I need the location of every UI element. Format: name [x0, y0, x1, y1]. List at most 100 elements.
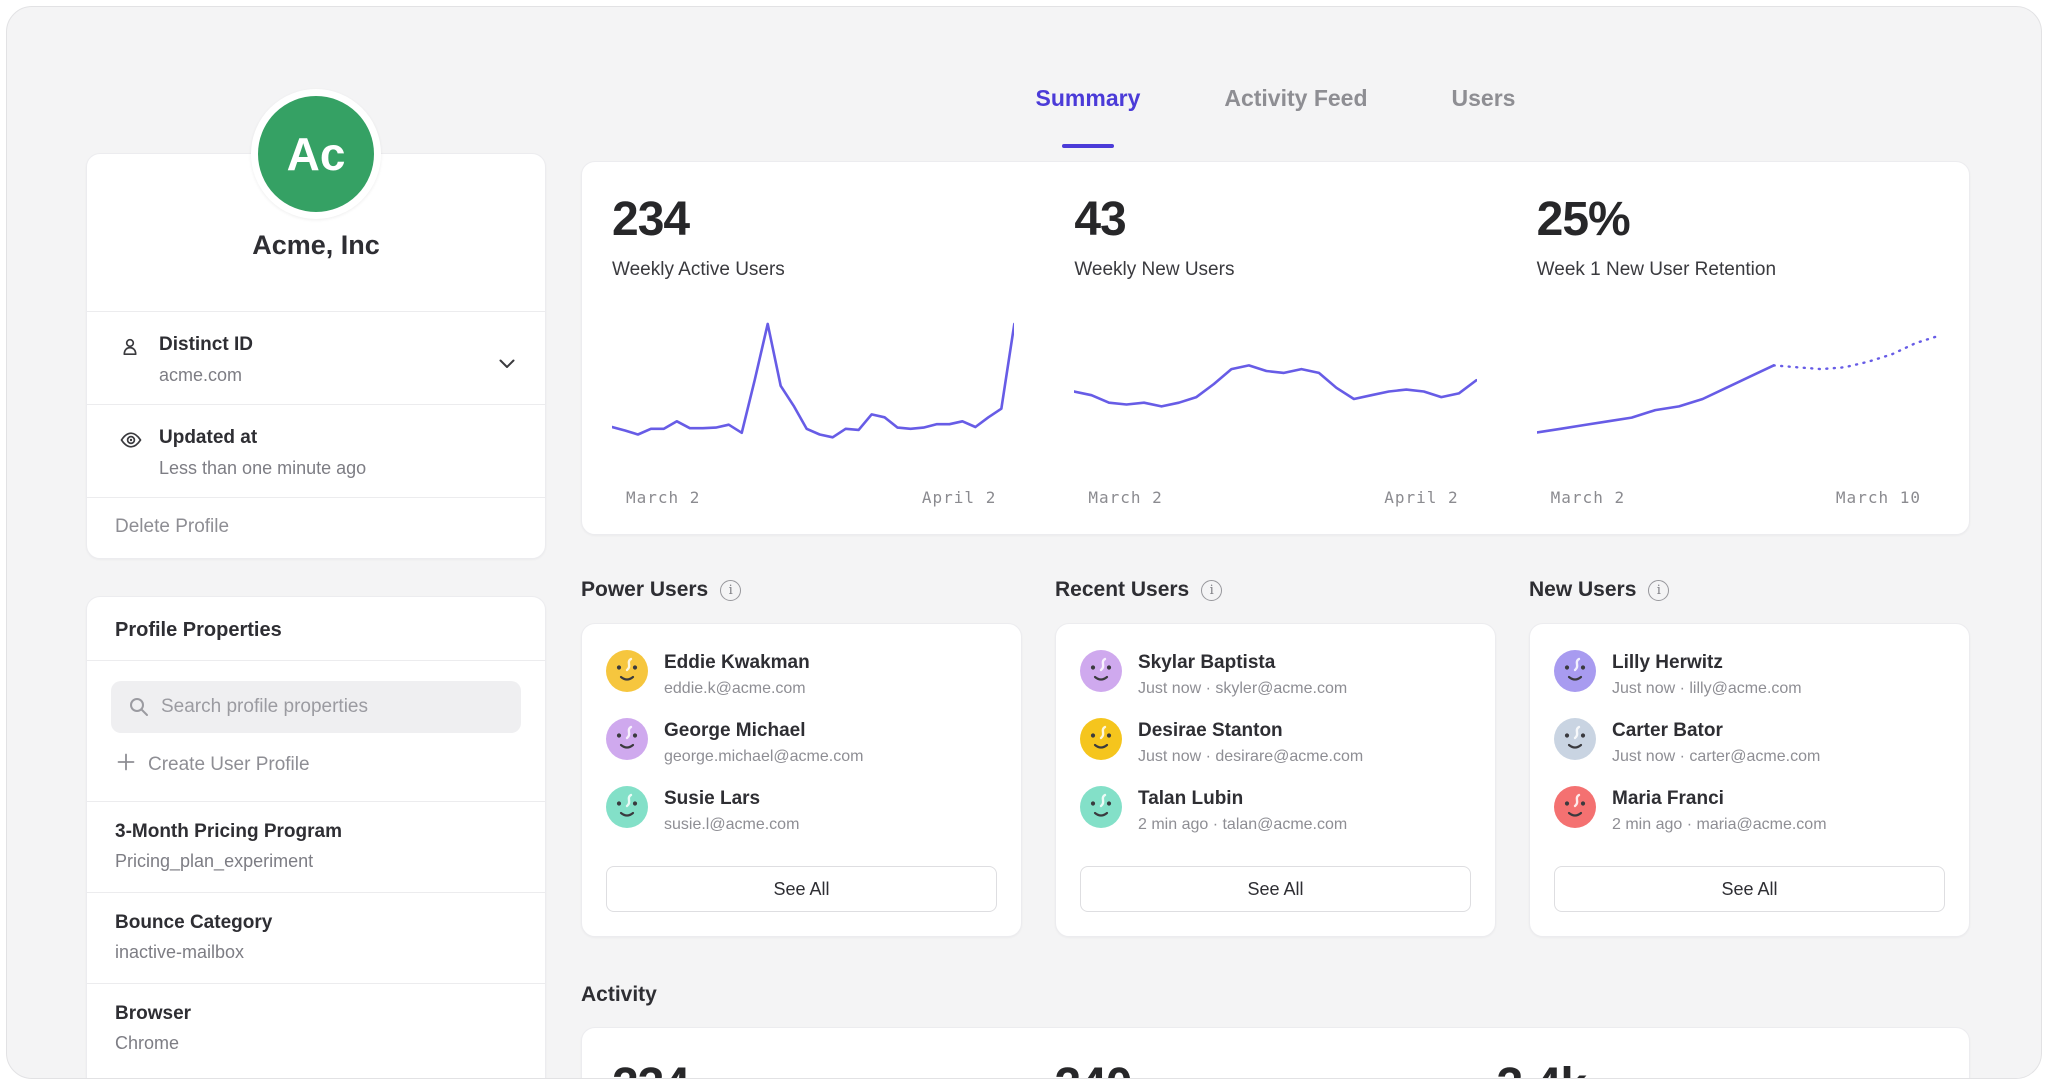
user-lists: Power Users Eddie Kwakman eddie.k [581, 575, 1970, 937]
user-row[interactable]: Skylar Baptista Just now · skyler@acme.c… [1080, 650, 1471, 698]
user-name: Susie Lars [664, 786, 799, 810]
property-value: Chrome [115, 1033, 517, 1054]
list-heading: New Users [1529, 575, 1970, 605]
stat-value: 234 [612, 192, 1014, 247]
user-avatar [1080, 718, 1122, 760]
info-icon[interactable] [1648, 580, 1669, 601]
delete-profile-button[interactable]: Delete Profile [87, 498, 545, 558]
user-name: Skylar Baptista [1138, 650, 1347, 674]
x-tick-start: March 2 [626, 488, 700, 507]
stat-value: 43 [1074, 192, 1476, 247]
user-detail: Just now · desirare@acme.com [1138, 748, 1363, 766]
tab-label: Activity Feed [1224, 85, 1367, 111]
property-name: Browser [115, 1003, 517, 1025]
user-name: George Michael [664, 718, 863, 742]
tab-activity-feed[interactable]: Activity Feed [1224, 85, 1367, 152]
user-name: Carter Bator [1612, 718, 1820, 742]
create-user-profile-label: Create User Profile [148, 754, 310, 776]
info-icon[interactable] [720, 580, 741, 601]
stat-week1-retention: 25% Week 1 New User Retention March 2 Ma… [1507, 162, 1969, 534]
user-name: Eddie Kwakman [664, 650, 810, 674]
list-heading: Power Users [581, 575, 1022, 605]
user-row[interactable]: Lilly Herwitz Just now · lilly@acme.com [1554, 650, 1945, 698]
eye-icon [119, 429, 143, 456]
main-content: Summary Activity Feed Users 234 Weekly A… [581, 7, 1970, 1078]
user-avatar [606, 718, 648, 760]
user-row[interactable]: Susie Lars susie.l@acme.com [606, 786, 997, 834]
user-row[interactable]: Desirae Stanton Just now · desirare@acme… [1080, 718, 1471, 766]
x-tick-end: April 2 [922, 488, 996, 507]
chevron-down-icon[interactable] [499, 356, 515, 374]
list-title: Power Users [581, 578, 708, 602]
user-detail: Just now · skyler@acme.com [1138, 680, 1347, 698]
stat-weekly-new-users: 43 Weekly New Users March 2 April 2 [1044, 162, 1506, 534]
new-users-section: New Users Lilly Herwitz Just now [1529, 575, 1970, 937]
user-name: Talan Lubin [1138, 786, 1347, 810]
user-row[interactable]: Eddie Kwakman eddie.k@acme.com [606, 650, 997, 698]
field-label: Updated at [159, 427, 517, 449]
user-name: Desirae Stanton [1138, 718, 1363, 742]
power-users-card: Eddie Kwakman eddie.k@acme.com George [581, 623, 1022, 937]
search-profile-properties-input[interactable] [111, 681, 521, 733]
tab-label: Summary [1036, 85, 1141, 111]
field-value: acme.com [159, 365, 517, 386]
user-avatar [1554, 786, 1596, 828]
props-title-wrap: Profile Properties [87, 597, 545, 661]
user-row[interactable]: George Michael george.michael@acme.com [606, 718, 997, 766]
x-axis-labels: March 2 April 2 [612, 488, 1014, 512]
property-name: 3-Month Pricing Program [115, 821, 517, 843]
weekly-new-users-chart [1074, 309, 1476, 474]
user-name: Lilly Herwitz [1612, 650, 1802, 674]
search-icon [127, 695, 151, 724]
plus-icon [117, 753, 135, 777]
props-title: Profile Properties [115, 619, 517, 642]
company-avatar: Ac [251, 89, 381, 219]
x-tick-start: March 2 [1088, 488, 1162, 507]
property-item[interactable]: Bounce Category inactive-mailbox [87, 893, 545, 984]
stat-label: Weekly Active Users [612, 259, 1014, 281]
activity-stat-value: 240 [1054, 1058, 1496, 1079]
profile-properties-card: Profile Properties Create User Pro [86, 596, 546, 1079]
user-row[interactable]: Carter Bator Just now · carter@acme.com [1554, 718, 1945, 766]
activity-heading: Activity [581, 983, 1970, 1007]
field-row-distinct-id: Distinct ID acme.com [87, 312, 545, 405]
tab-users[interactable]: Users [1452, 85, 1516, 152]
user-detail: 2 min ago · talan@acme.com [1138, 816, 1347, 834]
activity-stat-value: 234 [612, 1058, 1054, 1079]
field-value: Less than one minute ago [159, 458, 517, 479]
user-avatar [1080, 786, 1122, 828]
info-icon[interactable] [1201, 580, 1222, 601]
user-detail: george.michael@acme.com [664, 748, 863, 766]
person-icon [119, 336, 141, 363]
tab-summary[interactable]: Summary [1036, 85, 1141, 152]
weekly-active-users-chart [612, 309, 1014, 474]
x-axis-labels: March 2 April 2 [1074, 488, 1476, 512]
user-row[interactable]: Maria Franci 2 min ago · maria@acme.com [1554, 786, 1945, 834]
property-item[interactable]: Browser Chrome [87, 984, 545, 1074]
x-axis-labels: March 2 March 10 [1537, 488, 1939, 512]
user-avatar [1554, 718, 1596, 760]
search-wrap [111, 681, 521, 733]
user-name: Maria Franci [1612, 786, 1827, 810]
see-all-button[interactable]: See All [1080, 866, 1471, 912]
user-detail: Just now · lilly@acme.com [1612, 680, 1802, 698]
active-tab-indicator [1062, 144, 1114, 148]
user-avatar [1554, 650, 1596, 692]
x-tick-end: April 2 [1384, 488, 1458, 507]
new-users-card: Lilly Herwitz Just now · lilly@acme.com [1529, 623, 1970, 937]
week1-retention-chart [1537, 309, 1939, 474]
list-title: Recent Users [1055, 578, 1189, 602]
create-user-profile-button[interactable]: Create User Profile [87, 733, 545, 802]
field-label: Distinct ID [159, 334, 517, 356]
activity-stat-value: 3.4k [1497, 1058, 1939, 1079]
stat-label: Week 1 New User Retention [1537, 259, 1939, 281]
property-value: Pricing_plan_experiment [115, 851, 517, 872]
see-all-button[interactable]: See All [1554, 866, 1945, 912]
see-all-button[interactable]: See All [606, 866, 997, 912]
property-value: inactive-mailbox [115, 942, 517, 963]
x-tick-end: March 10 [1836, 488, 1921, 507]
property-item[interactable]: 3-Month Pricing Program Pricing_plan_exp… [87, 802, 545, 893]
stat-value: 25% [1537, 192, 1939, 247]
user-row[interactable]: Talan Lubin 2 min ago · talan@acme.com [1080, 786, 1471, 834]
user-avatar [606, 786, 648, 828]
